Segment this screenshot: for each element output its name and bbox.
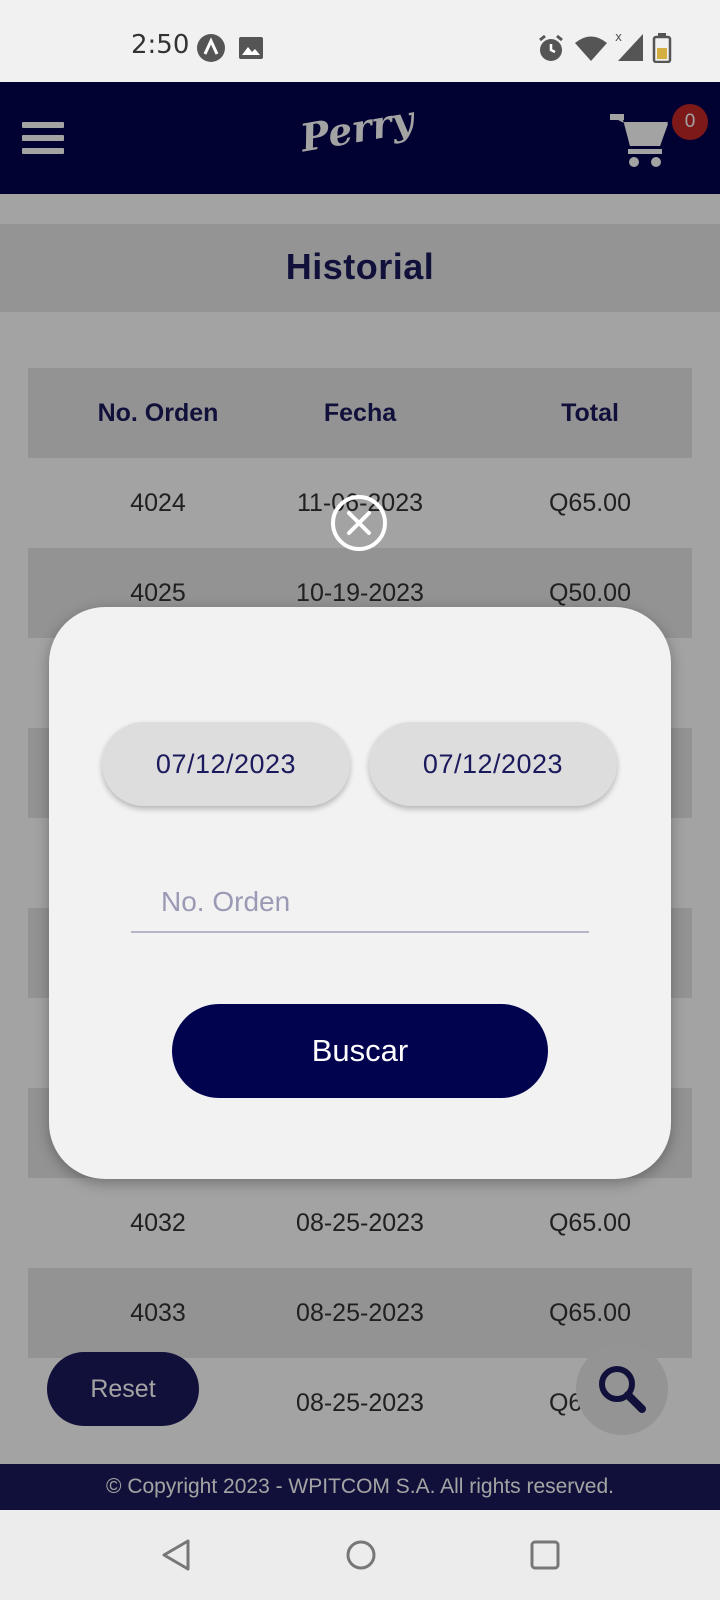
status-bar: 2:50 x — [0, 0, 720, 82]
image-icon — [239, 37, 263, 59]
app-a-icon — [197, 34, 225, 62]
recents-icon[interactable] — [528, 1538, 562, 1572]
svg-text:x: x — [615, 30, 622, 44]
search-button[interactable]: Buscar — [172, 1004, 548, 1098]
date-to-picker[interactable]: 07/12/2023 — [369, 722, 617, 806]
back-icon[interactable] — [160, 1538, 192, 1572]
search-filter-modal: 07/12/2023 07/12/2023 Buscar — [49, 607, 671, 1179]
signal-icon: x — [615, 30, 643, 61]
system-nav-bar — [0, 1510, 720, 1600]
close-circle-icon[interactable] — [330, 494, 388, 552]
alarm-icon — [539, 34, 563, 61]
status-time: 2:50 — [131, 30, 190, 60]
date-from-picker[interactable]: 07/12/2023 — [102, 722, 350, 806]
wifi-icon — [575, 36, 607, 61]
home-icon[interactable] — [344, 1538, 378, 1572]
order-number-input[interactable] — [131, 873, 589, 933]
battery-icon — [652, 33, 672, 63]
